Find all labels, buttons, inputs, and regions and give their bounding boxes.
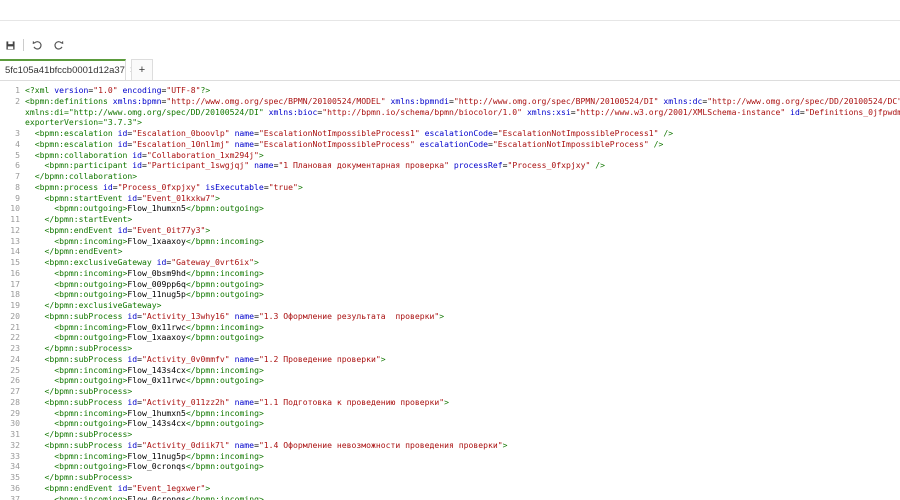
code-text: <bpmn:outgoing>Flow_1humxn5</bpmn:outgoi… <box>54 203 264 214</box>
line-number: 13 <box>10 235 20 246</box>
code-text: <bpmn:collaboration id="Collaboration_1x… <box>34 149 264 160</box>
line-number: 27 <box>10 386 20 396</box>
code-text: </bpmn:subProcess> <box>44 386 133 396</box>
code-text: <bpmn:escalation id="Escalation_0boovlp"… <box>34 128 674 138</box>
code-text: <bpmn:subProcess id="Activity_011zz2h" n… <box>44 396 449 407</box>
code-text: <bpmn:outgoing>Flow_0x11rwc</bpmn:outgoi… <box>54 375 264 386</box>
tab-file[interactable]: 5fc105a41bfccb0001d12a37 × <box>0 59 136 80</box>
line-number: 12 <box>10 224 20 235</box>
line-number: 34 <box>10 461 20 472</box>
code-text: exporterVersion="3.7.3"> <box>25 117 142 128</box>
code-text: xmlns:di="http://www.omg.org/spec/DD/201… <box>25 106 900 117</box>
code-text: <bpmn:subProcess id="Activity_13why16" n… <box>44 310 445 321</box>
code-text: </bpmn:exclusiveGateway> <box>44 300 162 310</box>
code-text: <bpmn:outgoing>Flow_11nug5p</bpmn:outgoi… <box>54 289 264 300</box>
line-number: 20 <box>10 310 20 321</box>
code-text: <bpmn:process id="Process_0fxpjxy" isExe… <box>34 181 303 192</box>
line-number: 9 <box>15 192 20 203</box>
add-tab-button[interactable]: + <box>131 59 153 80</box>
code-editor[interactable]: 1 <?xml version="1.0" encoding="UTF-8"?> 2… <box>0 82 900 500</box>
code-text: <bpmn:endEvent id="Event_1egxwer"> <box>44 482 211 493</box>
line-number: 7 <box>15 171 20 181</box>
code-text: </bpmn:subProcess> <box>44 472 133 482</box>
code-text: <bpmn:incoming>Flow_1humxn5</bpmn:incomi… <box>54 407 264 418</box>
line-number: 29 <box>10 407 20 418</box>
undo-icon[interactable] <box>30 38 44 52</box>
code-text: <bpmn:definitions xmlns:bpmn="http://www… <box>25 95 900 106</box>
code-text: <bpmn:outgoing>Flow_009pp6q</bpmn:outgoi… <box>54 278 264 289</box>
file-tabs: 5fc105a41bfccb0001d12a37 × + <box>0 59 900 81</box>
line-number: 31 <box>10 429 20 439</box>
code-text: <bpmn:outgoing>Flow_0cronqs</bpmn:outgoi… <box>54 461 264 472</box>
line-number: 14 <box>10 246 20 257</box>
code-text: </bpmn:subProcess> <box>44 343 133 353</box>
line-number: 33 <box>10 450 20 461</box>
line-number: 6 <box>15 160 20 171</box>
code-text: <bpmn:subProcess id="Activity_0v0mmfv" n… <box>44 353 386 364</box>
code-text: <bpmn:participant id="Participant_1swgjq… <box>44 160 605 171</box>
code-text: <bpmn:exclusiveGateway id="Gateway_0vrt6… <box>44 257 259 267</box>
code-text: </bpmn:subProcess> <box>44 429 133 439</box>
line-number: 37 <box>10 493 20 500</box>
line-number: 19 <box>10 300 20 310</box>
code-text: <?xml version="1.0" encoding="UTF-8"?> <box>25 85 211 95</box>
line-number: 15 <box>10 257 20 267</box>
line-number: 35 <box>10 472 20 482</box>
code-text: <bpmn:incoming>Flow_1xaaxoy</bpmn:incomi… <box>54 235 264 246</box>
line-number: 1 <box>15 85 20 95</box>
line-number: 28 <box>10 396 20 407</box>
code-text: </bpmn:startEvent> <box>44 214 133 224</box>
line-number: 21 <box>10 321 20 332</box>
code-text: <bpmn:outgoing>Flow_1xaaxoy</bpmn:outgoi… <box>54 332 264 343</box>
code-text: <bpmn:incoming>Flow_0cronqs</bpmn:incomi… <box>54 493 264 500</box>
code-text: <bpmn:incoming>Flow_11nug5p</bpmn:incomi… <box>54 450 264 461</box>
line-number: 23 <box>10 343 20 353</box>
line-number: 36 <box>10 482 20 493</box>
tab-file-label: 5fc105a41bfccb0001d12a37 <box>5 65 125 76</box>
toolbar-separator <box>23 39 24 51</box>
top-bar <box>0 0 900 21</box>
code-text: <bpmn:incoming>Flow_0bsm9hd</bpmn:incomi… <box>54 267 264 278</box>
line-number: 3 <box>15 128 20 138</box>
code-text: </bpmn:endEvent> <box>44 246 123 257</box>
code-text: <bpmn:incoming>Flow_143s4cx</bpmn:incomi… <box>54 364 264 375</box>
code-text: <bpmn:subProcess id="Activity_0diik7l" n… <box>44 439 508 450</box>
line-number: 2 <box>15 95 20 106</box>
code-text: <bpmn:incoming>Flow_0x11rwc</bpmn:incomi… <box>54 321 264 332</box>
line-number: 16 <box>10 267 20 278</box>
code-text: <bpmn:escalation id="Escalation_10nl1mj"… <box>34 138 664 149</box>
save-icon[interactable] <box>3 38 17 52</box>
line-number: 24 <box>10 353 20 364</box>
line-number: 26 <box>10 375 20 386</box>
line-number: 22 <box>10 332 20 343</box>
line-number: 5 <box>15 149 20 160</box>
code-text: <bpmn:endEvent id="Event_0it77y3"> <box>44 224 211 235</box>
line-number: 4 <box>15 138 20 149</box>
line-number: 32 <box>10 439 20 450</box>
code-text: <bpmn:outgoing>Flow_143s4cx</bpmn:outgoi… <box>54 418 264 429</box>
line-number: 17 <box>10 278 20 289</box>
code-text: </bpmn:collaboration> <box>34 171 138 181</box>
line-number: 8 <box>15 181 20 192</box>
line-number: 11 <box>10 214 20 224</box>
editor-toolbar <box>0 36 65 54</box>
line-number: 25 <box>10 364 20 375</box>
code-text: <bpmn:startEvent id="Event_01kxkw7"> <box>44 192 220 203</box>
redo-icon[interactable] <box>51 38 65 52</box>
line-number: 30 <box>10 418 20 429</box>
line-number: 18 <box>10 289 20 300</box>
line-number: 10 <box>10 203 20 214</box>
